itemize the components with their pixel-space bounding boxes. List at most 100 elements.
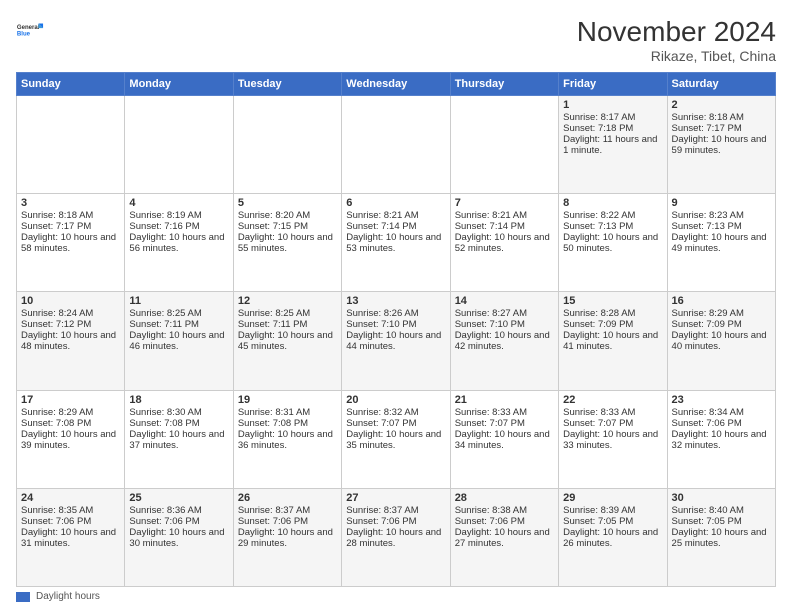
- table-row: 15Sunrise: 8:28 AMSunset: 7:09 PMDayligh…: [559, 292, 667, 390]
- day-info: Sunrise: 8:24 AM: [21, 308, 120, 319]
- day-info: Daylight: 10 hours and 37 minutes.: [129, 429, 228, 451]
- day-number: 1: [563, 99, 662, 111]
- day-number: 3: [21, 197, 120, 209]
- day-number: 8: [563, 197, 662, 209]
- day-number: 6: [346, 197, 445, 209]
- table-row: 6Sunrise: 8:21 AMSunset: 7:14 PMDaylight…: [342, 194, 450, 292]
- legend-color-box: [16, 592, 30, 602]
- day-info: Sunset: 7:05 PM: [672, 516, 771, 527]
- day-info: Sunrise: 8:22 AM: [563, 210, 662, 221]
- day-info: Sunset: 7:15 PM: [238, 221, 337, 232]
- table-row: 23Sunrise: 8:34 AMSunset: 7:06 PMDayligh…: [667, 390, 775, 488]
- legend: Daylight hours: [16, 591, 776, 602]
- calendar-table: Sunday Monday Tuesday Wednesday Thursday…: [16, 72, 776, 587]
- day-number: 27: [346, 492, 445, 504]
- table-row: 27Sunrise: 8:37 AMSunset: 7:06 PMDayligh…: [342, 488, 450, 586]
- table-row: 20Sunrise: 8:32 AMSunset: 7:07 PMDayligh…: [342, 390, 450, 488]
- header-monday: Monday: [125, 73, 233, 96]
- day-info: Sunrise: 8:23 AM: [672, 210, 771, 221]
- day-info: Daylight: 10 hours and 29 minutes.: [238, 527, 337, 549]
- table-row: [125, 96, 233, 194]
- day-number: 10: [21, 295, 120, 307]
- table-row: 22Sunrise: 8:33 AMSunset: 7:07 PMDayligh…: [559, 390, 667, 488]
- header: GeneralBlue November 2024 Rikaze, Tibet,…: [16, 16, 776, 64]
- table-row: [342, 96, 450, 194]
- day-number: 12: [238, 295, 337, 307]
- day-info: Sunrise: 8:25 AM: [238, 308, 337, 319]
- day-info: Sunrise: 8:37 AM: [346, 505, 445, 516]
- day-info: Daylight: 10 hours and 52 minutes.: [455, 232, 554, 254]
- day-number: 21: [455, 394, 554, 406]
- day-info: Daylight: 10 hours and 56 minutes.: [129, 232, 228, 254]
- table-row: 2Sunrise: 8:18 AMSunset: 7:17 PMDaylight…: [667, 96, 775, 194]
- day-number: 11: [129, 295, 228, 307]
- table-row: 13Sunrise: 8:26 AMSunset: 7:10 PMDayligh…: [342, 292, 450, 390]
- day-info: Daylight: 10 hours and 25 minutes.: [672, 527, 771, 549]
- day-info: Sunrise: 8:26 AM: [346, 308, 445, 319]
- day-info: Sunset: 7:06 PM: [129, 516, 228, 527]
- day-info: Sunset: 7:05 PM: [563, 516, 662, 527]
- day-info: Sunrise: 8:29 AM: [672, 308, 771, 319]
- month-title: November 2024: [577, 16, 776, 48]
- day-info: Sunset: 7:06 PM: [346, 516, 445, 527]
- day-info: Daylight: 10 hours and 48 minutes.: [21, 330, 120, 352]
- table-row: 25Sunrise: 8:36 AMSunset: 7:06 PMDayligh…: [125, 488, 233, 586]
- day-info: Sunset: 7:07 PM: [346, 418, 445, 429]
- day-info: Sunset: 7:06 PM: [672, 418, 771, 429]
- day-info: Sunrise: 8:21 AM: [346, 210, 445, 221]
- day-info: Daylight: 10 hours and 40 minutes.: [672, 330, 771, 352]
- day-info: Sunrise: 8:33 AM: [455, 407, 554, 418]
- day-info: Sunset: 7:06 PM: [455, 516, 554, 527]
- calendar-week-row-1: 1Sunrise: 8:17 AMSunset: 7:18 PMDaylight…: [17, 96, 776, 194]
- day-number: 15: [563, 295, 662, 307]
- header-tuesday: Tuesday: [233, 73, 341, 96]
- day-number: 24: [21, 492, 120, 504]
- day-number: 14: [455, 295, 554, 307]
- table-row: 28Sunrise: 8:38 AMSunset: 7:06 PMDayligh…: [450, 488, 558, 586]
- header-wednesday: Wednesday: [342, 73, 450, 96]
- day-info: Sunrise: 8:30 AM: [129, 407, 228, 418]
- day-info: Daylight: 10 hours and 55 minutes.: [238, 232, 337, 254]
- day-info: Daylight: 10 hours and 32 minutes.: [672, 429, 771, 451]
- day-info: Sunrise: 8:28 AM: [563, 308, 662, 319]
- day-number: 4: [129, 197, 228, 209]
- table-row: 21Sunrise: 8:33 AMSunset: 7:07 PMDayligh…: [450, 390, 558, 488]
- day-info: Sunset: 7:08 PM: [238, 418, 337, 429]
- day-info: Sunset: 7:10 PM: [455, 319, 554, 330]
- table-row: 29Sunrise: 8:39 AMSunset: 7:05 PMDayligh…: [559, 488, 667, 586]
- day-info: Sunrise: 8:18 AM: [21, 210, 120, 221]
- day-info: Daylight: 10 hours and 46 minutes.: [129, 330, 228, 352]
- svg-text:General: General: [17, 25, 40, 31]
- day-info: Sunset: 7:07 PM: [563, 418, 662, 429]
- title-block: November 2024 Rikaze, Tibet, China: [577, 16, 776, 64]
- day-info: Daylight: 10 hours and 34 minutes.: [455, 429, 554, 451]
- day-number: 9: [672, 197, 771, 209]
- day-info: Sunset: 7:11 PM: [238, 319, 337, 330]
- day-info: Daylight: 10 hours and 49 minutes.: [672, 232, 771, 254]
- day-info: Sunrise: 8:38 AM: [455, 505, 554, 516]
- table-row: 30Sunrise: 8:40 AMSunset: 7:05 PMDayligh…: [667, 488, 775, 586]
- day-info: Sunrise: 8:33 AM: [563, 407, 662, 418]
- header-thursday: Thursday: [450, 73, 558, 96]
- table-row: 16Sunrise: 8:29 AMSunset: 7:09 PMDayligh…: [667, 292, 775, 390]
- table-row: 8Sunrise: 8:22 AMSunset: 7:13 PMDaylight…: [559, 194, 667, 292]
- logo-icon: GeneralBlue: [16, 16, 44, 44]
- calendar-week-row-5: 24Sunrise: 8:35 AMSunset: 7:06 PMDayligh…: [17, 488, 776, 586]
- day-info: Daylight: 10 hours and 33 minutes.: [563, 429, 662, 451]
- day-info: Sunrise: 8:25 AM: [129, 308, 228, 319]
- day-number: 26: [238, 492, 337, 504]
- day-info: Sunset: 7:06 PM: [238, 516, 337, 527]
- table-row: 1Sunrise: 8:17 AMSunset: 7:18 PMDaylight…: [559, 96, 667, 194]
- table-row: 3Sunrise: 8:18 AMSunset: 7:17 PMDaylight…: [17, 194, 125, 292]
- day-info: Daylight: 10 hours and 36 minutes.: [238, 429, 337, 451]
- day-info: Daylight: 10 hours and 45 minutes.: [238, 330, 337, 352]
- day-number: 7: [455, 197, 554, 209]
- day-info: Daylight: 10 hours and 44 minutes.: [346, 330, 445, 352]
- day-info: Sunrise: 8:35 AM: [21, 505, 120, 516]
- day-info: Sunrise: 8:37 AM: [238, 505, 337, 516]
- day-info: Daylight: 10 hours and 53 minutes.: [346, 232, 445, 254]
- table-row: [17, 96, 125, 194]
- table-row: [450, 96, 558, 194]
- day-number: 29: [563, 492, 662, 504]
- day-number: 17: [21, 394, 120, 406]
